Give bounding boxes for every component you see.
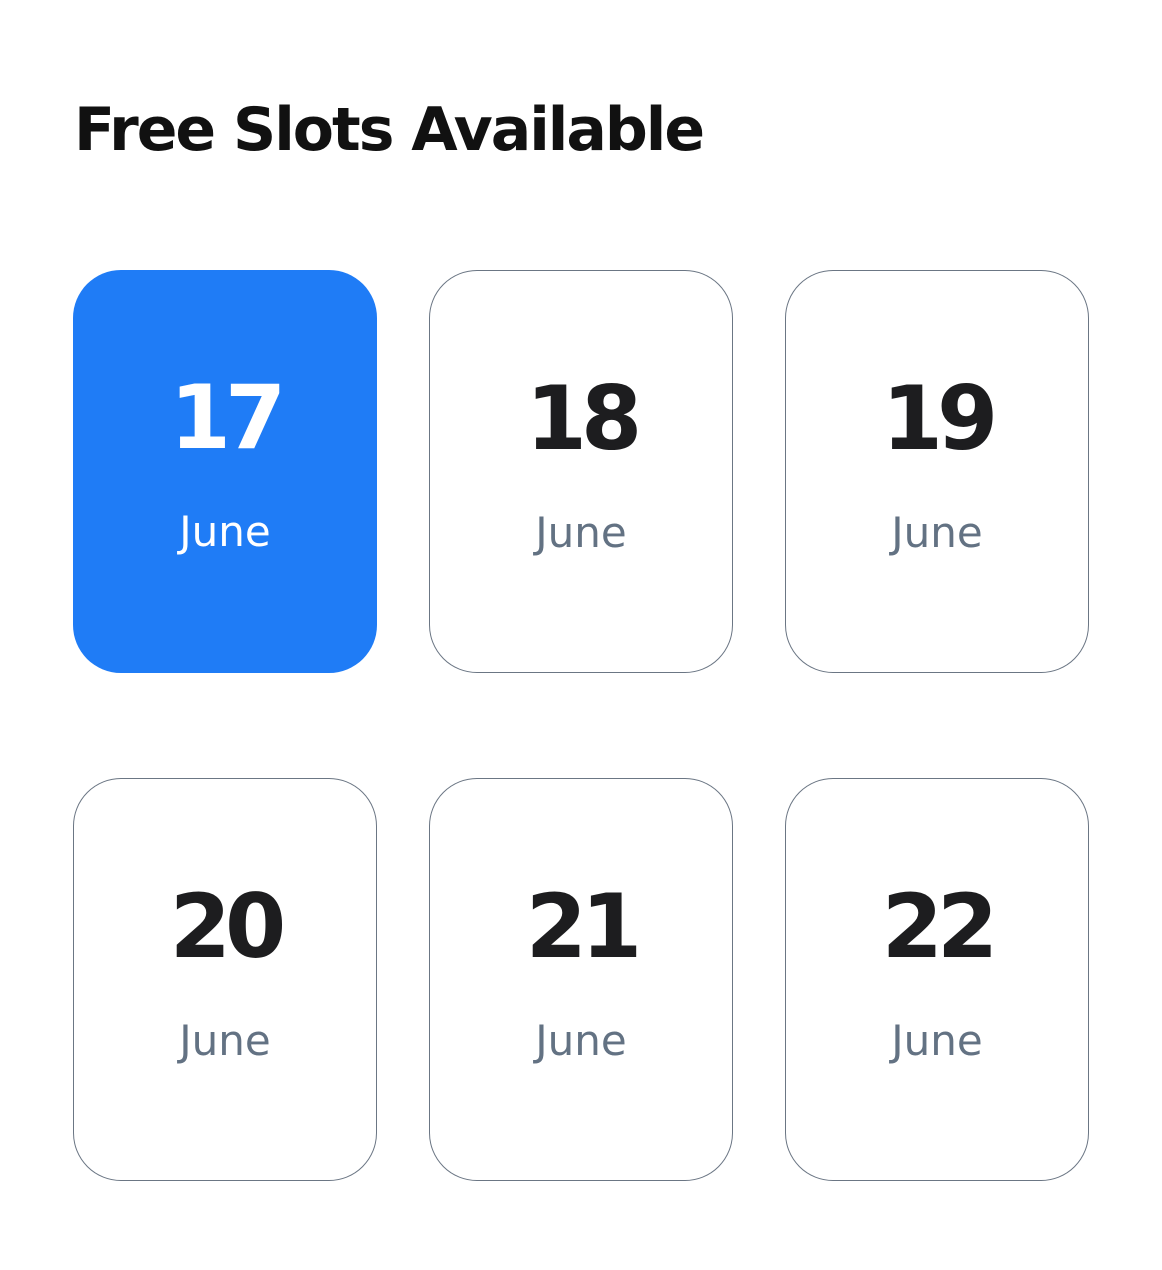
date-slot-day: 20	[169, 875, 286, 978]
date-slot-card[interactable]: 18 June	[429, 270, 733, 673]
date-slot-month: June	[179, 1016, 271, 1065]
date-slot-month: June	[535, 508, 627, 557]
date-slot-card[interactable]: 22 June	[785, 778, 1089, 1181]
date-slot-day: 21	[525, 875, 642, 978]
page-title: Free Slots Available	[74, 95, 705, 165]
date-slot-day: 22	[881, 875, 998, 978]
date-slot-month: June	[179, 507, 271, 556]
date-slot-card[interactable]: 21 June	[429, 778, 733, 1181]
date-slot-day: 17	[169, 366, 286, 469]
date-slot-month: June	[891, 508, 983, 557]
date-slot-card[interactable]: 17 June	[73, 270, 377, 673]
date-slot-day: 18	[525, 367, 642, 470]
date-slot-card[interactable]: 19 June	[785, 270, 1089, 673]
date-slot-month: June	[891, 1016, 983, 1065]
date-slot-day: 19	[881, 367, 998, 470]
date-slot-card[interactable]: 20 June	[73, 778, 377, 1181]
date-slot-month: June	[535, 1016, 627, 1065]
date-slot-grid: 17 June 18 June 19 June 20 June 21 June …	[73, 270, 1089, 1181]
